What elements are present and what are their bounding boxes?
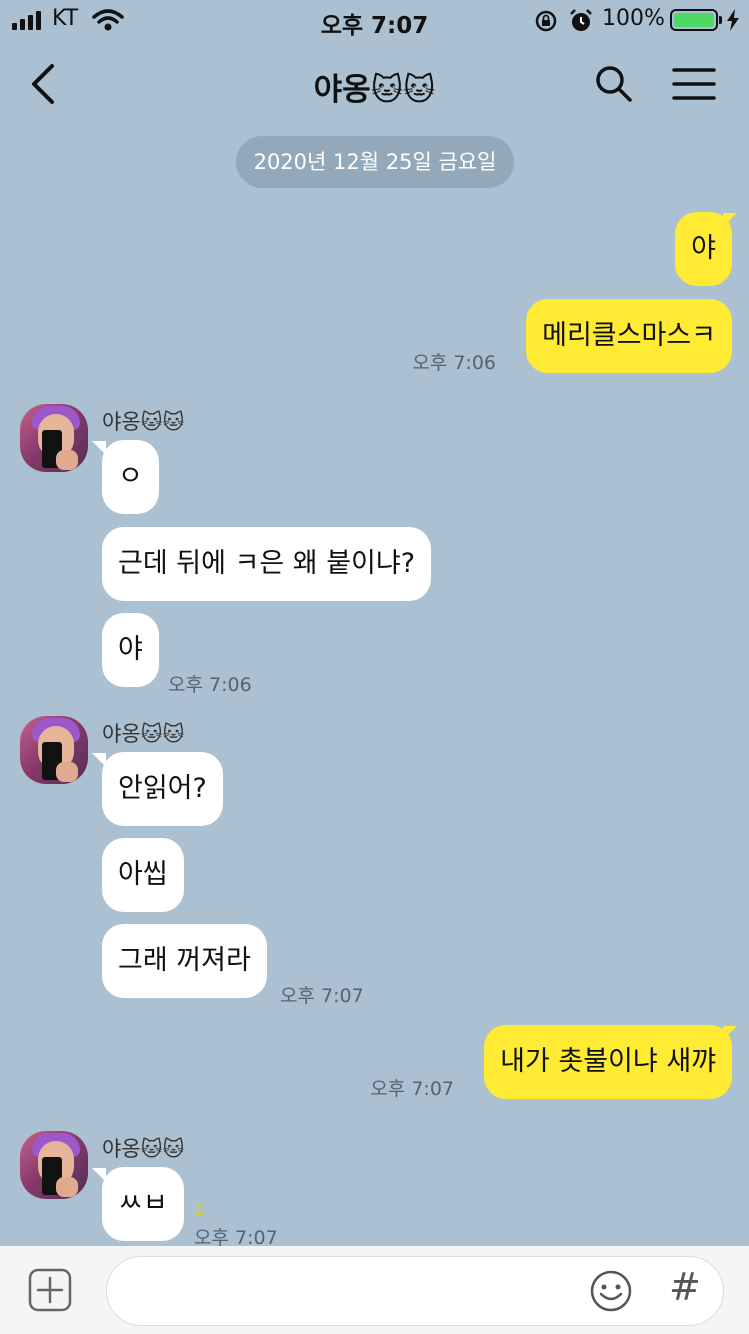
bubble-tail <box>92 753 106 767</box>
other-message-bubble[interactable]: 그래 꺼져라 <box>102 924 267 998</box>
bubble-tail <box>92 441 106 455</box>
emoji-icon[interactable] <box>589 1269 633 1313</box>
battery-percent: 100% <box>602 6 665 31</box>
unread-count: 1 <box>194 1200 205 1220</box>
other-message-bubble[interactable]: 야 <box>102 613 159 687</box>
other-message-bubble[interactable]: ㅇ <box>102 440 159 514</box>
rotation-lock-icon <box>535 10 557 32</box>
bubble-tail <box>723 1026 737 1040</box>
bubble-tail <box>723 213 737 227</box>
my-message-bubble[interactable]: 내가 촛불이냐 새꺄 <box>484 1025 732 1099</box>
date-divider: 2020년 12월 25일 금요일 <box>236 136 514 188</box>
message-timestamp: 오후 7:06 <box>412 352 496 374</box>
avatar[interactable] <box>20 716 88 784</box>
charging-icon <box>727 9 739 31</box>
hash-icon[interactable]: # <box>669 1265 701 1309</box>
message-timestamp: 오후 7:06 <box>168 674 252 696</box>
menu-icon[interactable] <box>672 66 716 102</box>
sender-name: 야옹🐱🐱 <box>102 1137 185 1161</box>
plus-icon[interactable] <box>28 1268 72 1312</box>
chat-header: 야옹🐱🐱 <box>0 40 749 130</box>
my-message-bubble[interactable]: 메리클스마스ㅋ <box>526 299 732 373</box>
message-input-field[interactable]: # <box>106 1256 724 1326</box>
message-input-bar: # <box>0 1246 749 1334</box>
other-message-bubble[interactable]: 안읽어? <box>102 752 223 826</box>
search-icon[interactable] <box>594 64 634 104</box>
sender-name: 야옹🐱🐱 <box>102 410 185 434</box>
sender-name: 야옹🐱🐱 <box>102 722 185 746</box>
bubble-tail <box>92 1168 106 1182</box>
battery-icon <box>670 9 722 31</box>
alarm-icon <box>570 9 592 31</box>
battery-fill <box>674 13 714 27</box>
message-timestamp: 오후 7:07 <box>370 1078 454 1100</box>
other-message-bubble[interactable]: 근데 뒤에 ㅋ은 왜 붙이냐? <box>102 527 432 601</box>
avatar[interactable] <box>20 1131 88 1199</box>
other-message-bubble[interactable]: 아씹 <box>102 838 184 912</box>
other-message-bubble[interactable]: ㅆㅂ <box>102 1167 184 1241</box>
message-input[interactable] <box>131 1275 575 1309</box>
chat-title: 야옹🐱🐱 <box>313 72 436 108</box>
avatar[interactable] <box>20 404 88 472</box>
status-bar: KT 오후 7:07 100% <box>0 0 749 40</box>
message-timestamp: 오후 7:07 <box>280 985 364 1007</box>
